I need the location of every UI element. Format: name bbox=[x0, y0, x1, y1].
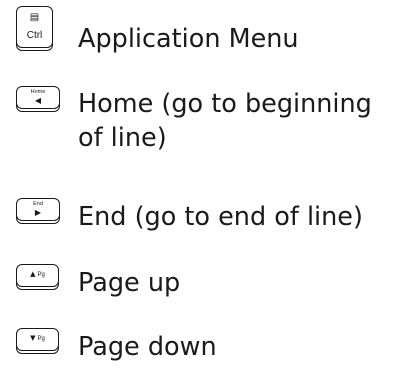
menu-icon: ▤ bbox=[29, 12, 40, 23]
end-key-label: End bbox=[33, 201, 43, 207]
keyboard-shortcut-legend: ▤ Ctrl Application Menu Home ◀ Home (go … bbox=[0, 0, 407, 368]
ctrl-key-label: Ctrl bbox=[26, 30, 43, 41]
application-menu-description: Application Menu bbox=[78, 24, 299, 54]
page-down-key-label: Pg bbox=[37, 336, 45, 342]
page-down-description: Page down bbox=[78, 332, 217, 362]
page-up-key: ▲ Pg bbox=[16, 264, 59, 287]
page-up-key-label: Pg bbox=[37, 272, 45, 278]
home-key: Home ◀ bbox=[16, 86, 60, 109]
page-down-key: ▼ Pg bbox=[16, 328, 59, 351]
page-up-key-face: ▲ Pg bbox=[17, 270, 58, 279]
end-key: End ▶ bbox=[16, 198, 60, 221]
ctrl-key: ▤ Ctrl bbox=[16, 6, 53, 48]
arrow-down-icon: ▼ bbox=[30, 334, 36, 342]
arrow-right-icon: ▶ bbox=[34, 208, 42, 217]
home-key-label: Home bbox=[30, 89, 46, 95]
end-description: End (go to end of line) bbox=[78, 202, 363, 232]
page-up-description: Page up bbox=[78, 268, 181, 298]
arrow-up-icon: ▲ bbox=[30, 270, 36, 278]
arrow-left-icon: ◀ bbox=[34, 96, 42, 105]
home-description: Home (go to beginning of line) bbox=[78, 89, 372, 153]
page-down-key-face: ▼ Pg bbox=[17, 334, 58, 343]
